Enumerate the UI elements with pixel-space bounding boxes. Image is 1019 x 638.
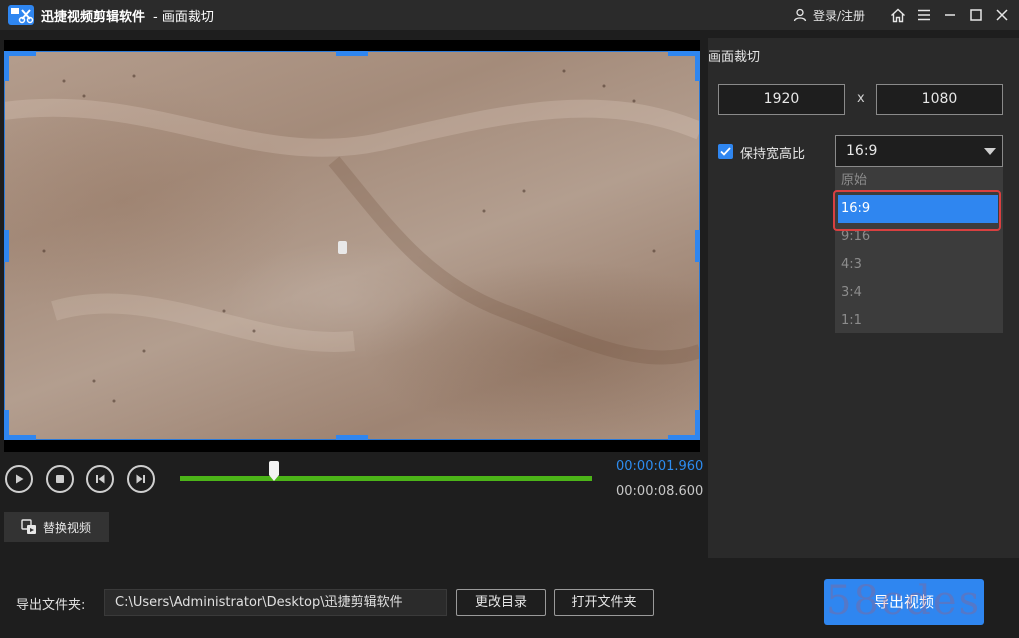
keep-ratio-label[interactable]: 保持宽高比 (740, 143, 805, 162)
crop-handle-middle-right[interactable] (695, 230, 700, 262)
dimension-separator: x (857, 91, 865, 106)
aspect-ratio-value: 16:9 (846, 143, 878, 159)
stop-icon (56, 475, 64, 483)
crop-handle-bottom-right-v[interactable] (695, 410, 700, 440)
crop-handle-top-right-v[interactable] (695, 51, 700, 81)
crop-frame[interactable] (4, 51, 700, 440)
timeline-playhead[interactable] (268, 461, 279, 481)
window-subtitle: - 画面裁切 (153, 9, 214, 25)
output-path-field[interactable]: C:\Users\Administrator\Desktop\迅捷剪辑软件 (104, 589, 447, 616)
replace-video-button[interactable]: 替换视频 (4, 512, 109, 542)
stop-button[interactable] (46, 465, 74, 493)
timeline-track[interactable] (180, 476, 592, 481)
close-icon (996, 9, 1008, 21)
current-time: 00:00:01.960 (616, 459, 704, 474)
export-video-button[interactable]: 导出视频 (824, 579, 984, 625)
crop-handle-bottom-center[interactable] (336, 435, 368, 440)
title-bar: 迅捷视频剪辑软件 - 画面裁切 登录/注册 (0, 0, 1019, 30)
maximize-icon (970, 9, 982, 21)
close-button[interactable] (989, 0, 1015, 30)
minimize-button[interactable] (937, 0, 963, 30)
menu-icon (918, 9, 930, 21)
crop-handle-middle-left[interactable] (4, 230, 9, 262)
home-icon (891, 8, 905, 22)
annotation-highlight (833, 190, 1001, 231)
menu-button[interactable] (911, 0, 937, 30)
maximize-button[interactable] (963, 0, 989, 30)
play-button[interactable] (5, 465, 33, 493)
replace-video-icon (21, 519, 36, 534)
app-logo-icon (8, 4, 34, 26)
step-back-icon (96, 474, 105, 484)
output-folder-label: 导出文件夹: (16, 598, 86, 613)
height-input[interactable]: 1080 (876, 84, 1003, 115)
crop-settings-panel: 画面裁切 1920 x 1080 保持宽高比 16:9 原始 16:9 9:16… (708, 38, 1019, 558)
home-button[interactable] (885, 0, 911, 30)
login-register-link[interactable]: 登录/注册 (793, 7, 865, 24)
crop-handle-bottom-left-v[interactable] (4, 410, 9, 440)
ratio-option-3-4[interactable]: 3:4 (835, 279, 1003, 307)
change-directory-button[interactable]: 更改目录 (456, 589, 546, 616)
play-icon (16, 474, 24, 484)
crop-handle-top-center[interactable] (336, 51, 368, 56)
open-folder-button[interactable]: 打开文件夹 (554, 589, 654, 616)
width-input[interactable]: 1920 (718, 84, 845, 115)
chevron-down-icon (984, 148, 996, 155)
crop-handle-top-left-v[interactable] (4, 51, 9, 81)
ratio-option-4-3[interactable]: 4:3 (835, 251, 1003, 279)
step-forward-icon (136, 474, 145, 484)
total-duration: 00:00:08.600 (616, 484, 704, 499)
ratio-option-1-1[interactable]: 1:1 (835, 307, 1003, 335)
panel-title: 画面裁切 (708, 50, 761, 65)
keep-ratio-checkbox[interactable] (718, 144, 733, 159)
previous-frame-button[interactable] (86, 465, 114, 493)
app-title: 迅捷视频剪辑软件 (41, 9, 146, 25)
aspect-ratio-select[interactable]: 16:9 (835, 135, 1003, 167)
login-label: 登录/注册 (812, 8, 865, 23)
minimize-icon (945, 14, 955, 16)
replace-video-label: 替换视频 (43, 520, 92, 535)
next-frame-button[interactable] (127, 465, 155, 493)
checkmark-icon (720, 147, 731, 156)
user-icon (793, 8, 807, 22)
